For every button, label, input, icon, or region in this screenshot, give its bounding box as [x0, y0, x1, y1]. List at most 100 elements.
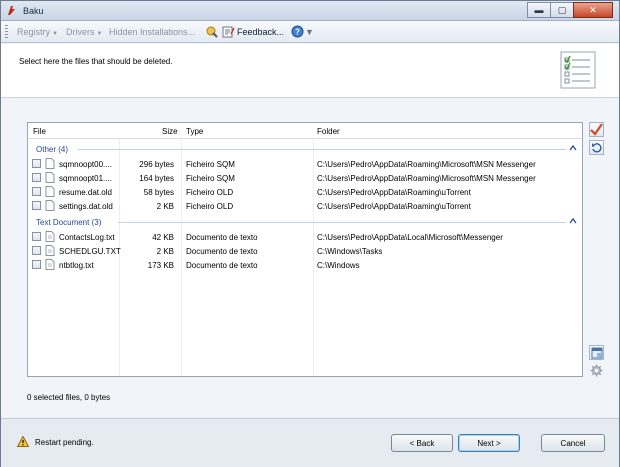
dropdown-arrow-icon: ▼	[52, 31, 58, 37]
toolbar-grip[interactable]	[5, 25, 8, 39]
row-folder: C:\Windows	[317, 261, 360, 270]
menu-hidden-installations-label: Hidden Installations...	[109, 27, 196, 37]
column-type[interactable]: Type	[186, 127, 203, 136]
file-icon	[45, 200, 55, 211]
row-folder: C:\Users\Pedro\AppData\Roaming\Microsoft…	[317, 160, 536, 169]
group-title-text-document[interactable]: Text Document (3)	[36, 218, 101, 227]
tools-icon[interactable]	[205, 25, 218, 38]
row-checkbox[interactable]	[32, 173, 41, 182]
file-icon	[45, 259, 55, 270]
close-button[interactable]: ✕	[573, 2, 613, 18]
properties-button[interactable]	[589, 345, 604, 360]
file-list[interactable]: File Size Type Folder Other (4) sqmnoopt…	[27, 122, 583, 377]
table-row[interactable]: ntbtlog.txt 173 KB Documento de texto C:…	[28, 258, 582, 272]
selection-status: 0 selected files, 0 bytes	[27, 393, 111, 402]
main-window: Baku ▬ ▢ ✕ Registry ▼ Drivers ▼ Hidden Ins…	[0, 0, 620, 467]
row-type: Ficheiro OLD	[186, 188, 234, 197]
row-folder: C:\Users\Pedro\AppData\Roaming\uTorrent	[317, 202, 471, 211]
column-header-row: File Size Type Folder	[28, 123, 582, 139]
file-icon	[45, 172, 55, 183]
menu-bar: Registry ▼ Drivers ▼ Hidden Installations.…	[1, 21, 619, 43]
window-controls: ▬ ▢ ✕	[527, 2, 613, 18]
row-file-name: settings.dat.old	[59, 202, 113, 211]
group-divider	[78, 149, 566, 150]
group-divider	[118, 222, 566, 223]
row-checkbox[interactable]	[32, 232, 41, 241]
row-type: Ficheiro SQM	[186, 174, 235, 183]
svg-text:?: ?	[295, 28, 300, 37]
row-size: 42 KB	[152, 233, 174, 242]
checklist-icon	[560, 51, 596, 89]
row-type: Ficheiro SQM	[186, 160, 235, 169]
table-row[interactable]: ContactsLog.txt 42 KB Documento de texto…	[28, 230, 582, 244]
file-icon	[45, 245, 55, 256]
row-file-name: ntbtlog.txt	[59, 261, 94, 270]
row-checkbox[interactable]	[32, 187, 41, 196]
row-type: Documento de texto	[186, 247, 258, 256]
row-file-name: resume.dat.old	[59, 188, 112, 197]
column-folder[interactable]: Folder	[317, 127, 340, 136]
help-dropdown-icon[interactable]: ▼	[305, 27, 314, 37]
table-row[interactable]: SCHEDLGU.TXT 2 KB Documento de texto C:\…	[28, 244, 582, 258]
wizard-footer: Restart pending. < Back Next > Cancel	[1, 418, 619, 467]
column-file[interactable]: File	[33, 127, 46, 136]
check-all-icon	[590, 123, 603, 136]
cancel-button[interactable]: Cancel	[541, 434, 605, 452]
table-row[interactable]: sqmnoopt00.... 296 bytes Ficheiro SQM C:…	[28, 157, 582, 171]
row-folder: C:\Users\Pedro\AppData\Roaming\uTorrent	[317, 188, 471, 197]
menu-feedback[interactable]: Feedback...	[237, 27, 284, 37]
row-size: 2 KB	[156, 247, 174, 256]
row-checkbox[interactable]	[32, 260, 41, 269]
row-type: Documento de texto	[186, 233, 258, 242]
chevron-up-icon[interactable]	[569, 218, 577, 224]
menu-registry[interactable]: Registry ▼	[17, 27, 58, 37]
menu-feedback-label: Feedback...	[237, 27, 285, 37]
row-checkbox[interactable]	[32, 159, 41, 168]
undo-icon	[592, 143, 602, 153]
row-size: 2 KB	[156, 202, 174, 211]
help-icon[interactable]: ?	[291, 25, 304, 38]
group-title-other[interactable]: Other (4)	[36, 145, 68, 154]
row-folder: C:\Users\Pedro\AppData\Roaming\Microsoft…	[317, 174, 536, 183]
maximize-button[interactable]: ▢	[550, 2, 574, 18]
column-size[interactable]: Size	[162, 127, 178, 136]
row-folder: C:\Windows\Tasks	[317, 247, 383, 256]
back-button[interactable]: < Back	[391, 434, 453, 452]
window-title: Baku	[23, 6, 44, 16]
title-bar[interactable]: Baku ▬ ▢ ✕	[1, 1, 619, 21]
table-row[interactable]: settings.dat.old 2 KB Ficheiro OLD C:\Us…	[28, 199, 582, 213]
restart-warning: Restart pending.	[35, 438, 94, 447]
gear-icon	[590, 364, 603, 377]
row-type: Ficheiro OLD	[186, 202, 234, 211]
menu-drivers[interactable]: Drivers ▼	[66, 27, 102, 37]
row-folder: C:\Users\Pedro\AppData\Local\Microsoft\M…	[317, 233, 503, 242]
settings-button[interactable]	[589, 363, 604, 378]
check-all-button[interactable]	[589, 122, 604, 137]
next-button[interactable]: Next >	[458, 434, 520, 452]
wizard-header: Select here the files that should be del…	[1, 44, 619, 98]
row-type: Documento de texto	[186, 261, 258, 270]
row-size: 58 bytes	[143, 188, 174, 197]
file-icon	[45, 231, 55, 242]
app-icon	[8, 6, 15, 15]
properties-icon	[591, 347, 602, 358]
row-file-name: SCHEDLGU.TXT	[59, 247, 121, 256]
minimize-button[interactable]: ▬	[527, 2, 551, 18]
warning-icon	[17, 436, 29, 447]
undo-button[interactable]	[589, 140, 604, 155]
menu-hidden-installations[interactable]: Hidden Installations...	[109, 27, 195, 37]
dropdown-arrow-icon: ▼	[96, 31, 103, 37]
row-checkbox[interactable]	[32, 246, 41, 255]
header-instruction: Select here the files that should be del…	[19, 57, 173, 66]
row-size: 296 bytes	[139, 160, 174, 169]
feedback-icon	[222, 26, 235, 38]
file-icon	[45, 186, 55, 197]
row-file-name: sqmnoopt01....	[59, 174, 112, 183]
table-row[interactable]: sqmnoopt01.... 164 bytes Ficheiro SQM C:…	[28, 171, 582, 185]
row-file-name: ContactsLog.txt	[59, 233, 115, 242]
chevron-up-icon[interactable]	[569, 145, 577, 151]
row-size: 173 KB	[147, 261, 174, 270]
row-checkbox[interactable]	[32, 201, 41, 210]
menu-drivers-label: Drivers	[66, 27, 95, 37]
table-row[interactable]: resume.dat.old 58 bytes Ficheiro OLD C:\…	[28, 185, 582, 199]
